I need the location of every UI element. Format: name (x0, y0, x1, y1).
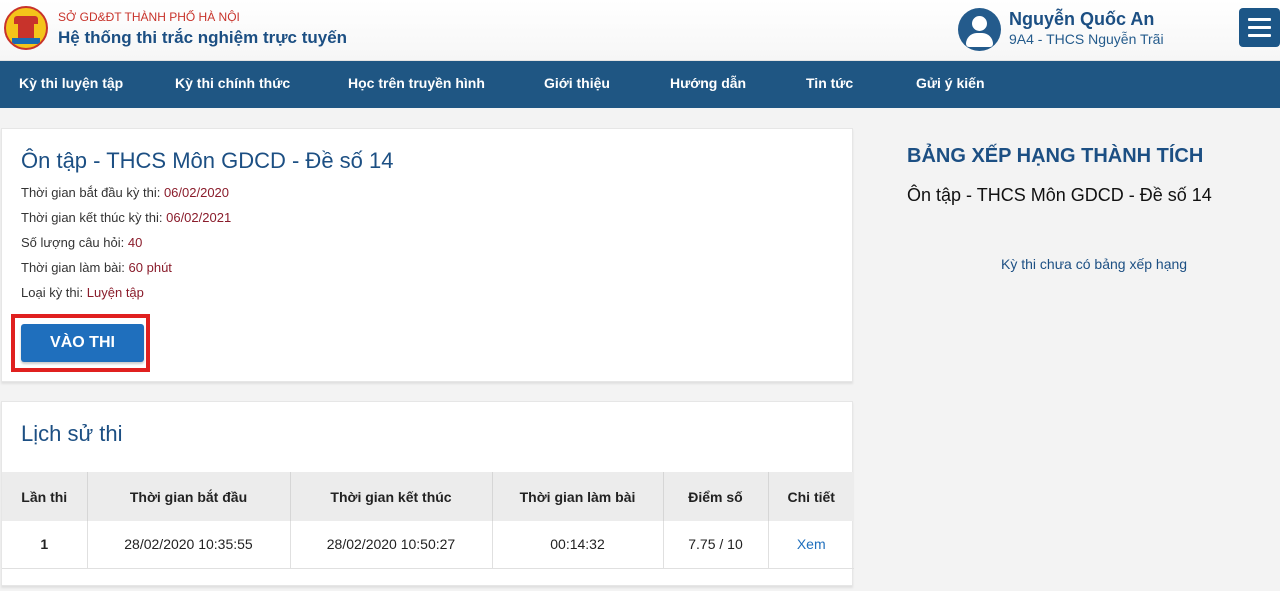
table-header-row: Lần thi Thời gian bắt đầu Thời gian kết … (2, 472, 854, 521)
exam-start-row: Thời gian bắt đầu kỳ thi: 06/02/2020 (21, 185, 229, 200)
column-header-start-time: Thời gian bắt đầu (87, 472, 291, 521)
duration-value: 60 phút (128, 260, 172, 275)
main-nav: Kỳ thi luyện tập Kỳ thi chính thức Học t… (0, 61, 1280, 108)
start-exam-button[interactable]: VÀO THI (21, 324, 144, 362)
exam-info-card: Ôn tập - THCS Môn GDCD - Đề số 14 Thời g… (1, 128, 853, 382)
exam-end-value: 06/02/2021 (166, 210, 232, 225)
detail-cell: Xem (768, 521, 854, 569)
attempt-cell: 1 (2, 521, 88, 569)
nav-item-tv-learning[interactable]: Học trên truyền hình (348, 61, 485, 108)
ranking-exam-name: Ôn tập - THCS Môn GDCD - Đề số 14 (907, 185, 1212, 205)
hanoi-emblem-icon[interactable] (4, 6, 48, 50)
history-table: Lần thi Thời gian bắt đầu Thời gian kết … (2, 472, 854, 569)
column-header-detail: Chi tiết (768, 472, 854, 521)
nav-item-news[interactable]: Tin tức (806, 61, 853, 108)
top-header: SỞ GD&ĐT THÀNH PHỐ HÀ NỘI Hệ thống thi t… (0, 0, 1280, 61)
hamburger-icon (1248, 18, 1271, 21)
ranking-title: BẢNG XẾP HẠNG THÀNH TÍCH (907, 145, 1204, 167)
score-cell: 7.75 / 10 (663, 521, 769, 569)
question-count-value: 40 (127, 235, 143, 250)
exam-type-row: Loại kỳ thi: Luyện tập (21, 285, 144, 300)
column-header-score: Điểm số (663, 472, 769, 521)
system-name[interactable]: Hệ thống thi trắc nghiệm trực tuyến (58, 28, 347, 48)
view-detail-link[interactable]: Xem (797, 536, 826, 552)
user-class: 9A4 - THCS Nguyễn Trãi (1009, 31, 1164, 47)
duration-row: Thời gian làm bài: 60 phút (21, 260, 172, 275)
ranking-empty-message: Kỳ thi chưa có bảng xếp hạng (1001, 256, 1188, 272)
exam-start-value: 06/02/2020 (163, 185, 230, 200)
exam-start-label: Thời gian bắt đầu kỳ thi: (21, 185, 161, 200)
org-name: SỞ GD&ĐT THÀNH PHỐ HÀ NỘI (58, 10, 240, 24)
exam-end-row: Thời gian kết thúc kỳ thi: 06/02/2021 (21, 210, 231, 225)
column-header-end-time: Thời gian kết thúc (290, 472, 493, 521)
user-name[interactable]: Nguyễn Quốc An (1009, 9, 1154, 30)
duration-cell: 00:14:32 (492, 521, 664, 569)
exam-type-value: Luyện tập (86, 285, 144, 300)
user-avatar-icon[interactable] (958, 8, 1001, 51)
exam-type-label: Loại kỳ thi: (21, 285, 84, 300)
column-header-attempt: Lần thi (2, 472, 88, 521)
nav-item-guide[interactable]: Hướng dẫn (670, 61, 746, 108)
nav-item-feedback[interactable]: Gửi ý kiến (916, 61, 985, 108)
history-title: Lịch sử thi (21, 421, 123, 446)
duration-label: Thời gian làm bài: (21, 260, 125, 275)
nav-item-official-exams[interactable]: Kỳ thi chính thức (175, 61, 290, 108)
start-time-cell: 28/02/2020 10:35:55 (87, 521, 291, 569)
end-time-cell: 28/02/2020 10:50:27 (290, 521, 493, 569)
nav-item-practice-exams[interactable]: Kỳ thi luyện tập (19, 61, 123, 108)
exam-history-card: Lịch sử thi Lần thi Thời gian bắt đầu Th… (1, 401, 854, 586)
hamburger-menu-button[interactable] (1239, 8, 1280, 47)
question-count-label: Số lượng câu hỏi: (21, 235, 125, 250)
column-header-duration: Thời gian làm bài (492, 472, 664, 521)
question-count-row: Số lượng câu hỏi: 40 (21, 235, 142, 250)
nav-item-introduction[interactable]: Giới thiệu (544, 61, 610, 108)
exam-title: Ôn tập - THCS Môn GDCD - Đề số 14 (21, 148, 394, 173)
exam-end-label: Thời gian kết thúc kỳ thi: (21, 210, 163, 225)
table-row: 1 28/02/2020 10:35:55 28/02/2020 10:50:2… (2, 521, 854, 569)
